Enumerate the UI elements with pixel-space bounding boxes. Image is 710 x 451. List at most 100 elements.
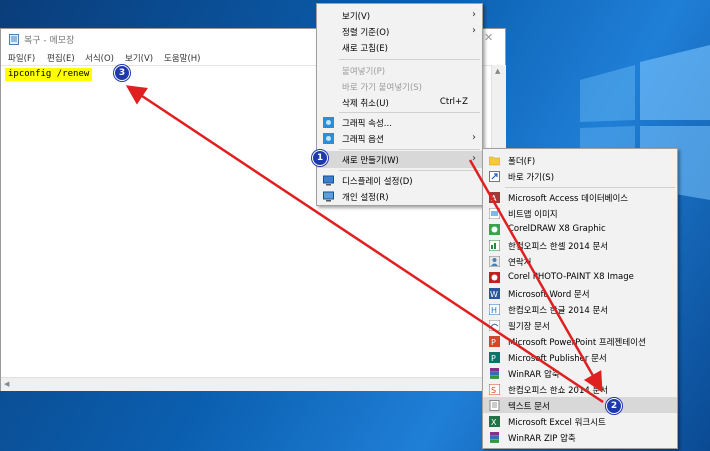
bitmap-icon bbox=[489, 208, 500, 219]
photopaint-icon bbox=[489, 272, 500, 283]
submenu-item-contact[interactable]: 연락처 bbox=[483, 253, 677, 269]
hancell-icon bbox=[489, 240, 500, 251]
submenu-item-label: 텍스트 문서 bbox=[508, 402, 550, 412]
svg-text:X: X bbox=[491, 418, 497, 427]
submenu-item-coreldraw[interactable]: CorelDRAW X8 Graphic bbox=[483, 221, 677, 237]
submenu-item-bitmap[interactable]: 비트맵 이미지 bbox=[483, 205, 677, 221]
submenu-item-label: 필기장 문서 bbox=[508, 322, 550, 332]
submenu-item-label: Microsoft Word 문서 bbox=[508, 290, 590, 300]
menu-separator bbox=[339, 112, 480, 113]
menu-item-new[interactable]: 새로 만들기(W) › bbox=[317, 151, 482, 168]
menu-format[interactable]: 서식(O) bbox=[85, 52, 114, 64]
menu-item-label: 그래픽 속성... bbox=[342, 119, 392, 129]
menu-item-label: 바로 가기 붙여넣기(S) bbox=[342, 83, 422, 93]
menu-item-paste-shortcut[interactable]: 바로 가기 붙여넣기(S) bbox=[317, 78, 482, 95]
publisher-icon: P bbox=[489, 352, 500, 363]
svg-text:A: A bbox=[491, 194, 497, 203]
submenu-item-label: Microsoft Excel 워크시트 bbox=[508, 418, 606, 428]
menu-item-label: 정렬 기준(O) bbox=[342, 28, 390, 38]
submenu-item-label: 한컴오피스 한셀 2014 문서 bbox=[508, 242, 609, 252]
svg-text:P: P bbox=[491, 338, 496, 347]
chevron-right-icon: › bbox=[472, 132, 476, 143]
submenu-item-folder[interactable]: 폴더(F) bbox=[483, 152, 677, 168]
scroll-left-icon[interactable]: ◀ bbox=[4, 380, 9, 388]
menu-item-label: 새로 고침(E) bbox=[342, 44, 388, 54]
submenu-item-hwp[interactable]: H 한컴오피스 한글 2014 문서 bbox=[483, 301, 677, 317]
submenu-item-access[interactable]: A Microsoft Access 데이터베이스 bbox=[483, 189, 677, 205]
submenu-item-label: CorelDRAW X8 Graphic bbox=[508, 224, 606, 234]
submenu-item-excel[interactable]: X Microsoft Excel 워크시트 bbox=[483, 413, 677, 429]
menu-item-graphics-properties[interactable]: 그래픽 속성... bbox=[317, 114, 482, 131]
menu-item-label: 그래픽 옵션 bbox=[342, 135, 384, 145]
menu-item-view[interactable]: 보기(V) › bbox=[317, 7, 482, 24]
winrar-icon bbox=[490, 368, 499, 379]
submenu-item-photopaint[interactable]: Corel PHOTO-PAINT X8 Image bbox=[483, 269, 677, 285]
svg-text:H: H bbox=[491, 306, 497, 315]
svg-text:W: W bbox=[490, 290, 498, 299]
submenu-item-label: Microsoft Publisher 문서 bbox=[508, 354, 607, 364]
powerpoint-icon: P bbox=[489, 336, 500, 347]
menu-item-label: 디스플레이 설정(D) bbox=[342, 177, 413, 187]
menu-help[interactable]: 도움말(H) bbox=[164, 52, 200, 64]
desktop-context-menu: 보기(V) › 정렬 기준(O) › 새로 고침(E) 붙여넣기(P) 바로 가… bbox=[316, 3, 483, 206]
word-icon: W bbox=[489, 288, 500, 299]
hanshow-icon: S bbox=[489, 384, 500, 395]
shortcut-icon bbox=[489, 171, 500, 182]
menu-edit[interactable]: 편집(E) bbox=[47, 52, 75, 64]
svg-text:P: P bbox=[491, 354, 496, 363]
menu-separator bbox=[339, 59, 480, 60]
coreldraw-icon bbox=[489, 224, 500, 235]
new-submenu: 폴더(F) 바로 가기(S) A Microsoft Access 데이터베이스… bbox=[482, 148, 678, 449]
menu-separator bbox=[339, 170, 480, 171]
step-badge-1: 1 bbox=[312, 150, 328, 166]
svg-text:S: S bbox=[491, 386, 496, 395]
submenu-item-word[interactable]: W Microsoft Word 문서 bbox=[483, 285, 677, 301]
chevron-right-icon: › bbox=[472, 9, 476, 20]
submenu-item-label: WinRAR ZIP 압축 bbox=[508, 434, 576, 444]
submenu-item-text-document[interactable]: 텍스트 문서 bbox=[483, 397, 677, 414]
submenu-item-hancell[interactable]: 한컴오피스 한셀 2014 문서 bbox=[483, 237, 677, 253]
menu-item-personalize[interactable]: 개인 설정(R) bbox=[317, 188, 482, 205]
menu-separator bbox=[339, 149, 480, 150]
submenu-item-label: 폴더(F) bbox=[508, 157, 536, 167]
menu-item-sort-by[interactable]: 정렬 기준(O) › bbox=[317, 23, 482, 40]
menu-item-paste[interactable]: 붙여넣기(P) bbox=[317, 62, 482, 79]
excel-icon: X bbox=[489, 416, 500, 427]
menu-item-display-settings[interactable]: 디스플레이 설정(D) bbox=[317, 172, 482, 189]
personalize-icon bbox=[323, 191, 334, 202]
submenu-item-winrar[interactable]: WinRAR 압축 bbox=[483, 365, 677, 381]
submenu-item-label: 바로 가기(S) bbox=[508, 173, 555, 183]
text-content: ipconfig /renew bbox=[5, 68, 93, 81]
menu-item-graphics-options[interactable]: 그래픽 옵션 › bbox=[317, 130, 482, 147]
menu-item-label: 새로 만들기(W) bbox=[342, 156, 399, 166]
submenu-item-hanshow[interactable]: S 한컴오피스 한쇼 2014 문서 bbox=[483, 381, 677, 397]
horizontal-scrollbar[interactable]: ◀ bbox=[1, 377, 491, 391]
menu-view[interactable]: 보기(V) bbox=[125, 52, 153, 64]
menu-item-label: 붙여넣기(P) bbox=[342, 67, 386, 77]
step-badge-3: 3 bbox=[114, 65, 130, 81]
menu-item-label: 보기(V) bbox=[342, 12, 371, 22]
step-badge-2: 2 bbox=[606, 398, 622, 414]
hwp-icon: H bbox=[489, 304, 500, 315]
text-document-icon bbox=[489, 400, 500, 411]
close-icon[interactable]: ✕ bbox=[484, 31, 493, 44]
menu-item-refresh[interactable]: 새로 고침(E) bbox=[317, 39, 482, 56]
submenu-item-label: 비트맵 이미지 bbox=[508, 210, 558, 220]
contact-icon bbox=[489, 256, 500, 267]
notepad-title: 복구 - 메모장 bbox=[24, 36, 75, 46]
menu-item-undo-delete[interactable]: 삭제 취소(U) Ctrl+Z bbox=[317, 94, 482, 111]
submenu-item-winrar-zip[interactable]: WinRAR ZIP 압축 bbox=[483, 429, 677, 445]
display-icon bbox=[323, 175, 334, 186]
access-icon: A bbox=[489, 192, 500, 203]
notepad-icon bbox=[9, 34, 19, 45]
submenu-item-powerpoint[interactable]: P Microsoft PowerPoint 프레젠테이션 bbox=[483, 333, 677, 349]
menu-file[interactable]: 파일(F) bbox=[8, 52, 35, 64]
submenu-item-journal[interactable]: 필기장 문서 bbox=[483, 317, 677, 333]
chevron-right-icon: › bbox=[472, 25, 476, 36]
scroll-up-icon[interactable]: ▲ bbox=[495, 67, 500, 75]
submenu-item-label: Microsoft PowerPoint 프레젠테이션 bbox=[508, 338, 646, 348]
shortcut-label: Ctrl+Z bbox=[439, 97, 468, 107]
submenu-item-shortcut[interactable]: 바로 가기(S) bbox=[483, 168, 677, 184]
submenu-item-publisher[interactable]: P Microsoft Publisher 문서 bbox=[483, 349, 677, 365]
folder-icon bbox=[489, 156, 500, 166]
